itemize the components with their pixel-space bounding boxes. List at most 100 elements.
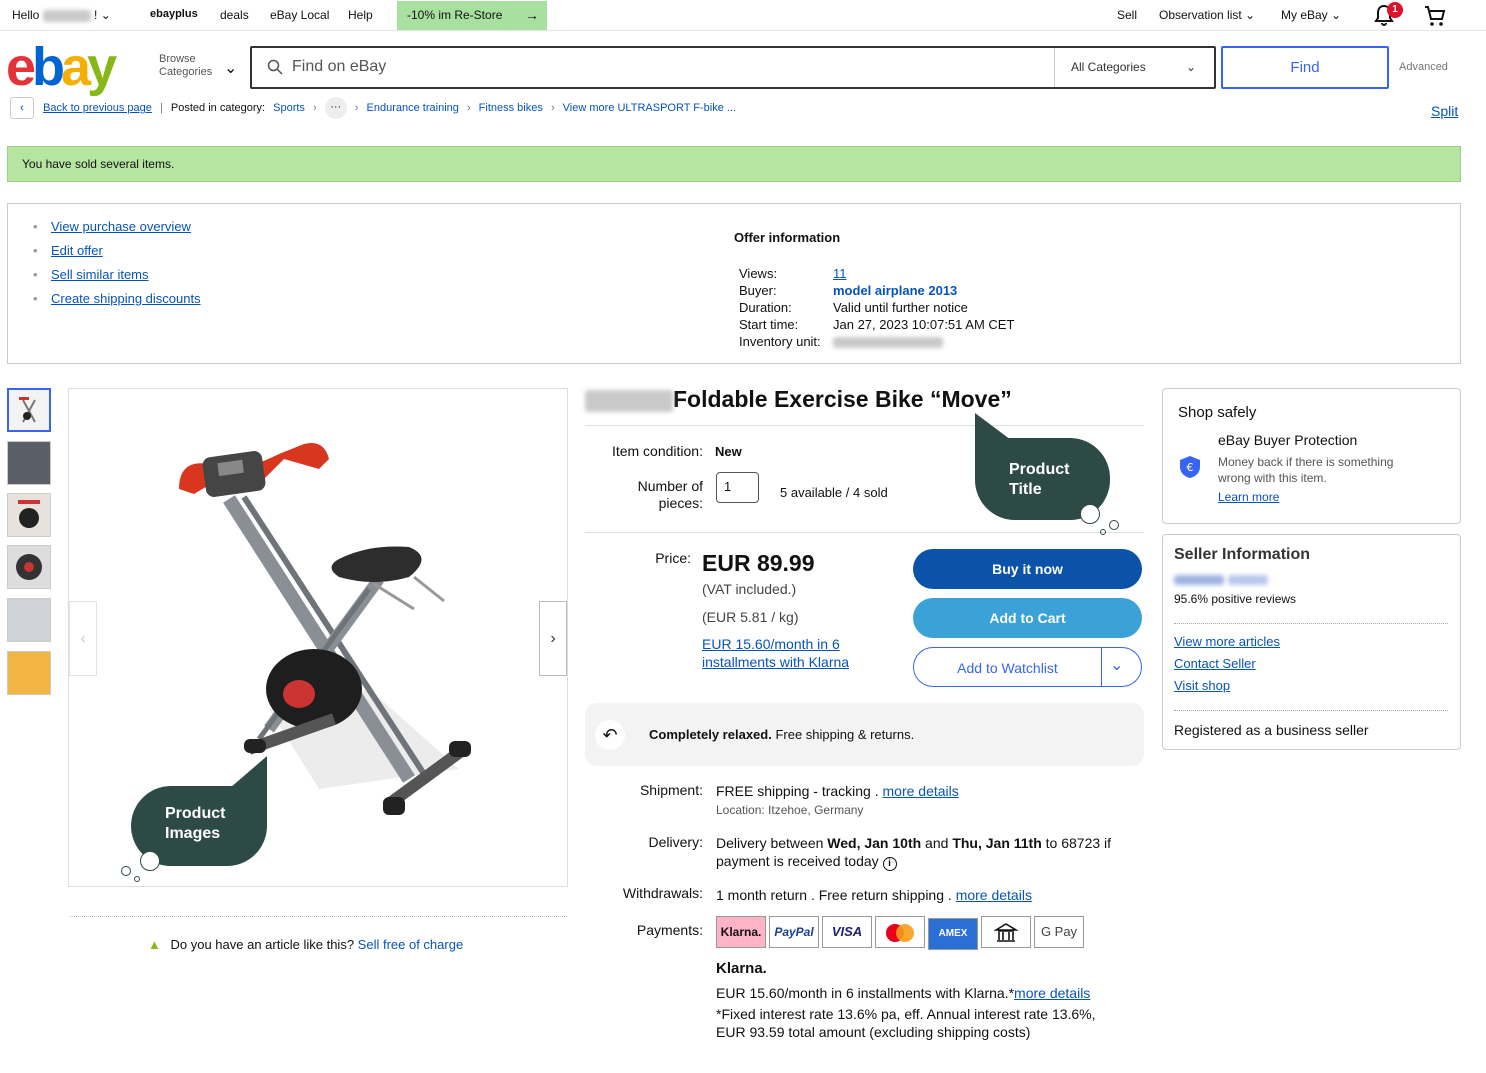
business-seller-note: Registered as a business seller [1174, 722, 1369, 738]
list-item: View purchase overview [33, 219, 201, 243]
buy-now-button[interactable]: Buy it now [913, 549, 1142, 589]
returns-more-details-link[interactable]: more details [956, 887, 1032, 903]
breadcrumb: ‹ Back to previous page | Posted in cate… [10, 97, 736, 119]
shield-icon: € [1179, 455, 1201, 482]
seller-offer-panel: View purchase overview Edit offer Sell s… [7, 203, 1461, 364]
klarna-logo: Klarna. [716, 916, 766, 948]
sell-link[interactable]: Sell [1117, 8, 1137, 22]
sell-similar-link[interactable]: Sell similar items [51, 267, 149, 282]
divider [1101, 647, 1102, 687]
view-purchase-overview-link[interactable]: View purchase overview [51, 219, 191, 234]
cart-icon[interactable] [1423, 4, 1447, 28]
klarna-more-details-link[interactable]: more details [1014, 985, 1090, 1001]
prev-image-button[interactable]: ‹ [69, 601, 97, 676]
payments-label: Payments: [636, 922, 703, 938]
bubble-dot [1109, 520, 1119, 530]
availability: 5 available / 4 sold [780, 485, 888, 500]
page-title: Foldable Exercise Bike “Move” [585, 386, 1012, 413]
bubble-dot [140, 851, 160, 871]
find-button[interactable]: Find [1221, 46, 1389, 89]
buyer-protection-desc: Money back if there is something wrong w… [1218, 455, 1394, 485]
breadcrumb-item-sports[interactable]: Sports [273, 102, 305, 114]
thumbnail-5[interactable] [7, 598, 51, 642]
add-to-watchlist-button[interactable]: Add to Watchlist [913, 647, 1142, 687]
watchlist-link[interactable]: Observation list ⌄ [1159, 8, 1255, 22]
klarna-title: Klarna. [716, 960, 767, 977]
help-link[interactable]: Help [348, 8, 373, 22]
breadcrumb-item-view-more[interactable]: View more ULTRASPORT F-bike ... [563, 102, 736, 114]
withdrawals-value: 1 month return . Free return shipping . … [716, 887, 1032, 903]
klarna-installments-link[interactable]: EUR 15.60/month in 6 installments with K… [702, 635, 849, 671]
offer-info-table: Views: 11 Buyer: model airplane 2013 Durat… [739, 266, 1015, 349]
shipment-more-details-link[interactable]: more details [883, 783, 959, 799]
visit-shop-link[interactable]: Visit shop [1174, 678, 1230, 693]
bubble-dot [134, 876, 140, 882]
chevron-down-icon[interactable]: ⌄ [1110, 655, 1123, 675]
username-blurred [42, 9, 91, 22]
bubble-dot [1100, 529, 1106, 535]
create-shipping-discounts-link[interactable]: Create shipping discounts [51, 291, 201, 306]
top-bar: Hello ! ⌄ ebayplus deals eBay Local Help… [0, 0, 1486, 31]
sell-prompt: ▲ Do you have an article like this? Sell… [148, 937, 464, 952]
browse-categories[interactable]: Browse Categories [159, 53, 212, 79]
search-input[interactable]: Find on eBay [292, 58, 386, 76]
sold-notice: You have sold several items. [7, 146, 1461, 182]
search-icon [267, 59, 283, 78]
thumbnail-4[interactable] [7, 545, 51, 589]
list-item: Create shipping discounts [33, 291, 201, 315]
thumbnail-6[interactable] [7, 651, 51, 695]
more-dots-icon[interactable]: ··· [324, 97, 347, 119]
greeting[interactable]: Hello ! ⌄ [12, 8, 111, 22]
my-ebay-link[interactable]: My eBay ⌄ [1281, 8, 1341, 22]
thumbnail-2[interactable] [7, 441, 51, 485]
breadcrumb-item-endurance[interactable]: Endurance training [367, 102, 459, 114]
info-icon[interactable]: i [882, 857, 897, 871]
promo-banner[interactable]: -10% im Re-Store → [397, 1, 547, 30]
condition-label: Item condition: [611, 443, 703, 459]
seller-name-blurred[interactable] [1174, 571, 1268, 586]
klarna-terms-2: EUR 93.59 total amount (excluding shippi… [716, 1024, 1031, 1040]
delivery-value: Delivery between Wed, Jan 10th and Thu, … [716, 835, 1112, 871]
seller-links-list: View purchase overview Edit offer Sell s… [33, 219, 201, 315]
buyer-name[interactable]: model airplane 2013 [833, 283, 957, 298]
google-pay-logo: G Pay [1034, 916, 1084, 948]
breadcrumb-item-fitness-bikes[interactable]: Fitness bikes [479, 102, 543, 114]
ebay-logo[interactable]: ebay [6, 40, 117, 94]
quantity-label: Number of pieces: [637, 478, 703, 511]
add-to-cart-button[interactable]: Add to Cart [913, 598, 1142, 638]
chevron-down-icon: ⌄ [1185, 60, 1196, 74]
thumbnail-1[interactable] [7, 388, 51, 432]
payment-methods: Klarna. PayPal VISA AMEX G Pay [716, 916, 1087, 950]
advanced-search-link[interactable]: Advanced [1399, 61, 1448, 73]
sell-free-link[interactable]: Sell free of charge [358, 937, 464, 952]
svg-text:€: € [1187, 461, 1194, 474]
category-select[interactable]: All Categories ⌄ [1054, 48, 1214, 87]
contact-seller-link[interactable]: Contact Seller [1174, 656, 1256, 671]
search-bar: Find on eBay All Categories ⌄ [250, 46, 1216, 89]
chevron-down-icon: ⌄ [100, 8, 111, 22]
back-arrow-icon[interactable]: ‹ [10, 97, 34, 119]
views-count[interactable]: 11 [833, 266, 847, 281]
price-label: Price: [655, 550, 691, 566]
shipment-value: FREE shipping - tracking . more details [716, 783, 959, 799]
divider [1174, 710, 1448, 711]
bubble-dot [121, 866, 131, 876]
visa-logo: VISA [822, 916, 872, 948]
learn-more-link[interactable]: Learn more [1218, 490, 1279, 504]
back-to-previous-link[interactable]: Back to previous page [43, 102, 152, 114]
ebay-local-link[interactable]: eBay Local [270, 8, 329, 22]
shop-safely-panel: Shop safely € eBay Buyer Protection Mone… [1162, 388, 1461, 524]
deals-link[interactable]: deals [220, 8, 249, 22]
ebayplus-link[interactable]: ebayplus [150, 8, 198, 20]
quantity-input[interactable]: 1 [716, 472, 759, 503]
divider [585, 425, 1144, 426]
edit-offer-link[interactable]: Edit offer [51, 243, 103, 258]
amex-logo: AMEX [928, 918, 978, 950]
arrow-right-icon: → [525, 7, 539, 23]
view-more-articles-link[interactable]: View more articles [1174, 634, 1280, 649]
shop-safely-title: Shop safely [1178, 404, 1257, 421]
split-link[interactable]: Split [1431, 103, 1458, 119]
next-image-button[interactable]: › [539, 601, 567, 676]
thumbnail-3[interactable] [7, 493, 51, 537]
list-item: Sell similar items [33, 267, 201, 291]
